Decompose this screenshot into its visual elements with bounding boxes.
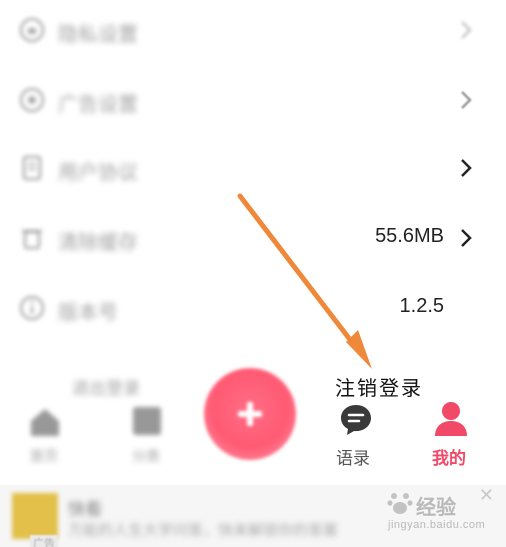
settings-row-label: 用户协议 xyxy=(58,162,138,184)
category-icon xyxy=(133,407,161,435)
settings-row-label: 隐私设置 xyxy=(58,24,138,46)
tab-category-label[interactable]: 分类 xyxy=(132,446,160,466)
add-post-button[interactable] xyxy=(204,368,296,460)
settings-row-label: 广告设置 xyxy=(58,94,138,116)
settings-row-label: 版本号 xyxy=(58,302,118,324)
chevron-right-icon xyxy=(461,91,472,109)
profile-user-icon[interactable] xyxy=(433,400,469,438)
ad-thumbnail xyxy=(12,493,58,539)
ad-title: 快看 xyxy=(68,500,102,519)
chevron-right-icon xyxy=(461,159,472,177)
baidu-jingyan-watermark: 经验 jingyan.baidu.com xyxy=(380,487,500,542)
cache-size-value: 55.6MB xyxy=(375,225,444,247)
settings-row-clear-cache[interactable]: 清除缓存 55.6MB xyxy=(0,208,506,268)
info-icon xyxy=(19,295,45,321)
paw-logo-icon xyxy=(387,493,413,514)
ad-tag: 广告 xyxy=(30,535,58,547)
faded-logout-label: 退出登录 xyxy=(72,379,140,398)
version-value: 1.2.5 xyxy=(399,295,444,317)
tab-home-label[interactable]: 首页 xyxy=(30,446,58,466)
settings-row-ads[interactable]: 广告设置 xyxy=(0,70,506,130)
settings-row-privacy[interactable]: 隐私设置 xyxy=(0,0,506,60)
document-icon xyxy=(22,155,42,181)
quote-chat-icon[interactable] xyxy=(338,402,374,438)
ad-settings-icon xyxy=(19,87,45,113)
trash-icon xyxy=(22,229,42,250)
chevron-right-icon xyxy=(461,229,472,247)
watermark-url: jingyan.baidu.com xyxy=(388,519,486,531)
tab-mine-label[interactable]: 我的 xyxy=(432,444,466,469)
settings-row-agreement[interactable]: 用户协议 xyxy=(0,138,506,198)
settings-row-label: 清除缓存 xyxy=(58,232,138,254)
settings-row-version: 版本号 1.2.5 xyxy=(0,278,506,338)
tab-quotes-label[interactable]: 语录 xyxy=(336,444,370,469)
home-icon xyxy=(31,409,59,436)
watermark-text: 经验 xyxy=(416,497,456,519)
privacy-icon xyxy=(19,17,45,43)
ad-description: 万能的人生大学问答，快来解锁你的答案 xyxy=(68,522,339,539)
chevron-right-icon xyxy=(461,21,472,39)
logout-annotation-text: 注销登录 xyxy=(335,376,423,400)
